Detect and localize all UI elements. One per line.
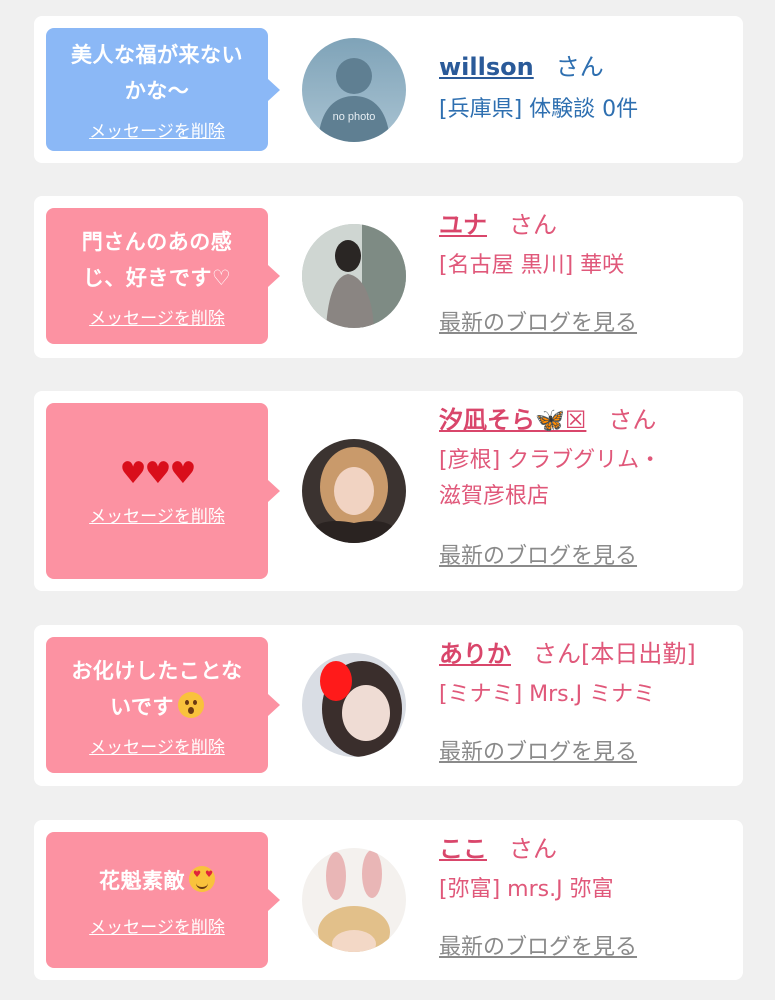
honorific: さん (509, 211, 557, 239)
user-details: [彦根] クラブグリム・ 滋賀彦根店 (439, 448, 662, 509)
avatar[interactable] (302, 439, 406, 543)
view-latest-blog-link[interactable]: 最新のブログを見る (439, 305, 637, 337)
message-text: 美人な福が来ない かな〜 (71, 43, 243, 103)
user-name-link[interactable]: ここ (439, 835, 487, 863)
person-silhouette-icon: no photo (318, 58, 390, 142)
honorific: さん (555, 53, 604, 81)
surprised-face-emoji (177, 691, 204, 718)
user-name-link[interactable]: ありか (439, 640, 511, 668)
message-text: お化けしたことな いです (57, 653, 257, 725)
delete-message-link[interactable]: メッセージを削除 (89, 117, 225, 142)
avatar-photo (302, 848, 406, 952)
message-card: 美人な福が来ない かな〜 メッセージを削除 no photo willson さん… (34, 16, 743, 163)
message-card: 花魁素敵 ♥ ♥ メッセージを削除 ここ さん [弥富] mrs.J 弥富 最新のブロ… (34, 820, 743, 980)
view-latest-blog-link[interactable]: 最新のブログを見る (439, 734, 637, 766)
message-text: ♥♥♥ (119, 455, 197, 491)
message-text-content: お化けしたことな いです (71, 658, 243, 719)
avatar[interactable] (302, 653, 406, 757)
message-bubble: 花魁素敵 ♥ ♥ メッセージを削除 (46, 832, 280, 968)
user-info: 汐凪そら🦋☒ さん [彦根] クラブグリム・ 滋賀彦根店 最新のブログを見る (439, 403, 735, 569)
view-latest-blog-link[interactable]: 最新のブログを見る (439, 538, 637, 570)
message-text: 花魁素敵 ♥ ♥ (57, 863, 257, 899)
honorific: さん (533, 640, 581, 668)
avatar-caption: no photo (333, 111, 376, 123)
user-info: ありか さん[本日出勤] [ミナミ] Mrs.J ミナミ 最新のブログを見る (439, 637, 735, 765)
avatar[interactable]: no photo (302, 38, 406, 142)
delete-message-link[interactable]: メッセージを削除 (89, 502, 225, 527)
message-bubble: 門さんのあの感 じ、好きです♡ メッセージを削除 (46, 208, 280, 344)
user-details: [兵庫県] 体験談 0件 (439, 97, 639, 122)
user-details: [弥富] mrs.J 弥富 (439, 877, 614, 902)
delete-message-link[interactable]: メッセージを削除 (89, 913, 225, 938)
delete-message-link[interactable]: メッセージを削除 (89, 733, 225, 758)
delete-message-link[interactable]: メッセージを削除 (89, 304, 225, 329)
user-name-link[interactable]: 汐凪そら🦋☒ (439, 406, 586, 434)
honorific: さん (608, 406, 657, 434)
work-status-badge: [本日出勤] (581, 640, 696, 668)
heart-eyes-emoji: ♥ ♥ (189, 865, 215, 892)
avatar-photo (302, 653, 406, 757)
user-info: ユナ さん [名古屋 黒川] 華咲 最新のブログを見る (439, 208, 735, 336)
message-text-content: 花魁素敵 (99, 868, 185, 893)
honorific: さん (509, 835, 557, 863)
avatar-photo (302, 224, 406, 328)
message-bubble: お化けしたことな いです メッセージを削除 (46, 637, 280, 773)
message-bubble: 美人な福が来ない かな〜 メッセージを削除 (46, 28, 280, 151)
user-info: ここ さん [弥富] mrs.J 弥富 最新のブログを見る (439, 832, 735, 960)
user-details: [名古屋 黒川] 華咲 (439, 253, 625, 278)
avatar-photo (302, 439, 406, 543)
avatar[interactable] (302, 224, 406, 328)
avatar[interactable] (302, 848, 406, 952)
message-bubble: ♥♥♥ メッセージを削除 (46, 403, 280, 579)
user-info: willson さん [兵庫県] 体験談 0件 (439, 50, 735, 128)
message-card: お化けしたことな いです メッセージを削除 ありか さん[本日出勤] [ミナミ] … (34, 625, 743, 786)
user-details: [ミナミ] Mrs.J ミナミ (439, 682, 656, 707)
user-name-link[interactable]: ユナ (439, 211, 487, 239)
view-latest-blog-link[interactable]: 最新のブログを見る (439, 929, 637, 961)
message-card: ♥♥♥ メッセージを削除 汐凪そら🦋☒ さん [彦根] クラブグリム・ 滋賀彦根店… (34, 391, 743, 591)
message-card: 門さんのあの感 じ、好きです♡ メッセージを削除 ユナ さん [名古屋 黒川] 華… (34, 196, 743, 358)
user-name-link[interactable]: willson (439, 53, 534, 81)
message-list: 美人な福が来ない かな〜 メッセージを削除 no photo willson さん… (0, 0, 775, 1000)
message-text: 門さんのあの感 じ、好きです♡ (81, 229, 233, 290)
